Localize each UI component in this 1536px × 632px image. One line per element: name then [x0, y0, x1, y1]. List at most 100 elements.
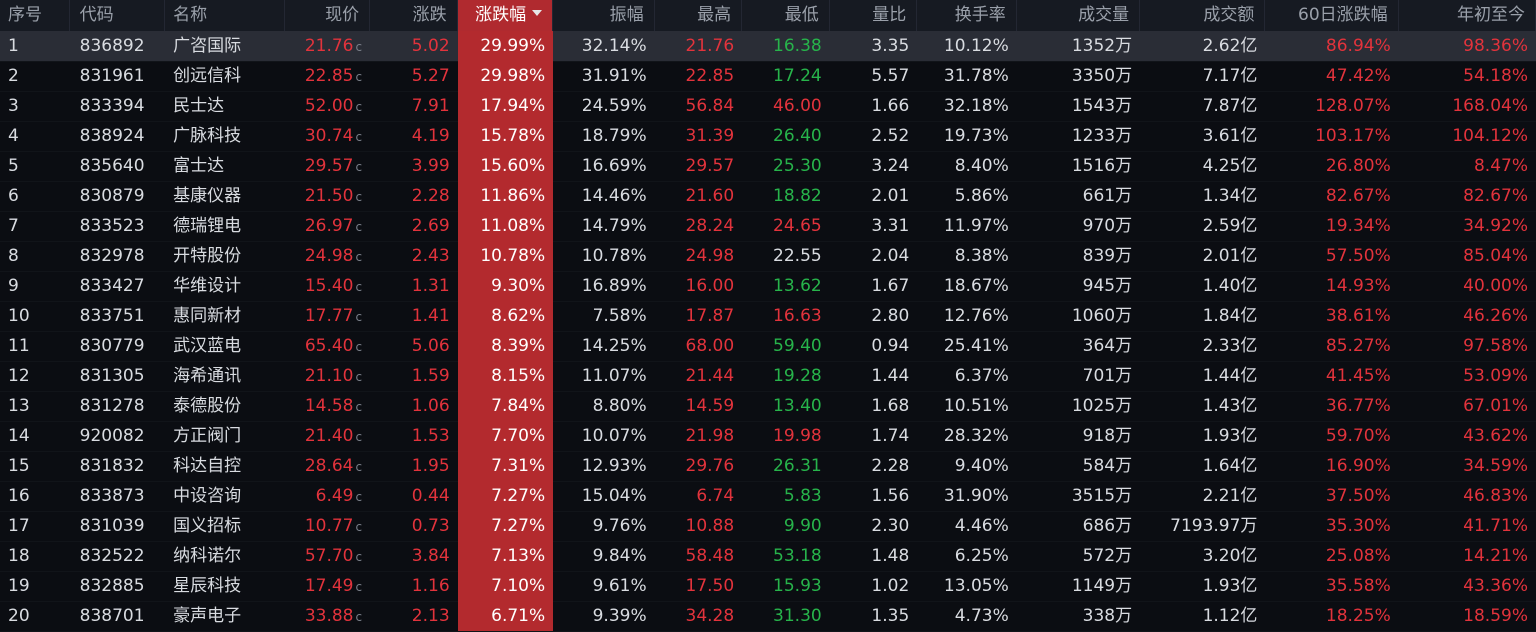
table-row[interactable]: 10 833751 惠同新材 17.77 c 1.41 8.62% 7.58% 17.87 16.… — [0, 301, 1536, 332]
table-row[interactable]: 9 833427 华维设计 15.40 c 1.31 9.30% 16.89% 16.00 13.… — [0, 271, 1536, 302]
table-row[interactable]: 3 833394 民士达 52.00 c 7.91 17.94% 24.59% 56.84 46.… — [0, 91, 1536, 122]
header-volume[interactable]: 成交量 — [1017, 0, 1141, 31]
change-percent: 7.27% — [457, 511, 554, 541]
price-value: 14.58 — [304, 396, 354, 416]
change-percent: 7.13% — [457, 541, 554, 571]
table-row[interactable]: 1 836892 广咨国际 21.76 c 5.02 29.99% 32.14% 21.76 16… — [0, 31, 1536, 62]
table-row[interactable]: 4 838924 广脉科技 30.74 c 4.19 15.78% 18.79% 31.39 26… — [0, 121, 1536, 152]
stock-name: 德瑞锂电 — [173, 216, 242, 236]
stock-code: 833394 — [79, 96, 145, 116]
change-percent: 11.86% — [457, 181, 554, 211]
price-change: 1.95 — [411, 456, 450, 476]
high-price: 31.39 — [685, 126, 735, 146]
volume: 1516万 — [1071, 156, 1133, 176]
current-price: 17.77 c — [285, 301, 371, 331]
table-row[interactable]: 14 920082 方正阀门 21.40 c 1.53 7.70% 10.07% 21.98 19… — [0, 421, 1536, 452]
change-percent: 7.27% — [457, 481, 554, 511]
high-price: 21.60 — [685, 186, 735, 206]
table-row[interactable]: 8 832978 开特股份 24.98 c 2.43 10.78% 10.78% 24.98 22… — [0, 241, 1536, 272]
amplitude: 14.79% — [581, 216, 647, 236]
current-price: 65.40 c — [285, 331, 371, 361]
change-60d: 86.94% — [1325, 36, 1391, 56]
amount: 2.33亿 — [1202, 336, 1258, 356]
table-row[interactable]: 17 831039 国义招标 10.77 c 0.73 7.27% 9.76% 10.88 9.9… — [0, 511, 1536, 542]
high-price: 22.85 — [685, 66, 735, 86]
turnover-rate: 31.78% — [943, 66, 1009, 86]
change-60d: 47.42% — [1325, 66, 1391, 86]
header-turnover[interactable]: 换手率 — [917, 0, 1017, 31]
table-row[interactable]: 18 832522 纳科诺尔 57.70 c 3.84 7.13% 9.84% 58.48 53.… — [0, 541, 1536, 572]
table-row[interactable]: 11 830779 武汉蓝电 65.40 c 5.06 8.39% 14.25% 68.00 59… — [0, 331, 1536, 362]
header-amount[interactable]: 成交额 — [1140, 0, 1266, 31]
header-high[interactable]: 最高 — [655, 0, 743, 31]
change-ytd: 98.36% — [1463, 36, 1528, 56]
change-ytd: 43.62% — [1463, 426, 1528, 446]
current-price: 30.74 c — [285, 121, 371, 151]
price-flag: c — [355, 160, 363, 174]
current-price: 17.49 c — [285, 571, 371, 601]
turnover-rate: 12.76% — [943, 306, 1009, 326]
header-low[interactable]: 最低 — [742, 0, 830, 31]
amplitude: 10.07% — [581, 426, 647, 446]
header-code[interactable]: 代码 — [70, 0, 166, 31]
row-index: 12 — [8, 366, 30, 386]
price-change: 1.59 — [411, 366, 450, 386]
amount: 2.01亿 — [1202, 246, 1258, 266]
table-row[interactable]: 6 830879 基康仪器 21.50 c 2.28 11.86% 14.46% 21.60 18… — [0, 181, 1536, 212]
change-60d: 35.30% — [1325, 516, 1391, 536]
header-ytd[interactable]: 年初至今 — [1399, 0, 1536, 31]
current-price: 28.64 c — [285, 451, 371, 481]
price-value: 57.70 — [304, 546, 354, 566]
row-index: 5 — [8, 156, 19, 176]
amount: 2.59亿 — [1202, 216, 1258, 236]
row-index: 4 — [8, 126, 19, 146]
change-ytd: 40.00% — [1463, 276, 1528, 296]
amplitude: 7.58% — [592, 306, 647, 326]
header-index[interactable]: 序号 — [0, 0, 70, 31]
stock-name: 泰德股份 — [173, 396, 242, 416]
current-price: 26.97 c — [285, 211, 371, 241]
header-name[interactable]: 名称 — [165, 0, 285, 31]
row-index: 3 — [8, 96, 19, 116]
header-change[interactable]: 涨跌 — [370, 0, 458, 31]
table-row[interactable]: 16 833873 中设咨询 6.49 c 0.44 7.27% 15.04% 6.74 5.83… — [0, 481, 1536, 512]
change-percent: 8.62% — [457, 301, 554, 331]
table-row[interactable]: 13 831278 泰德股份 14.58 c 1.06 7.84% 8.80% 14.59 13.… — [0, 391, 1536, 422]
price-change: 1.53 — [411, 426, 450, 446]
table-row[interactable]: 20 838701 豪声电子 33.88 c 2.13 6.71% 9.39% 34.28 31.… — [0, 601, 1536, 632]
table-row[interactable]: 19 832885 星辰科技 17.49 c 1.16 7.10% 9.61% 17.50 15.… — [0, 571, 1536, 602]
header-volume-ratio[interactable]: 量比 — [830, 0, 918, 31]
table-row[interactable]: 7 833523 德瑞锂电 26.97 c 2.69 11.08% 14.79% 28.24 24… — [0, 211, 1536, 242]
change-ytd: 85.04% — [1463, 246, 1528, 266]
price-value: 29.57 — [304, 156, 354, 176]
header-change-pct[interactable]: 涨跌幅 — [457, 0, 554, 31]
header-price[interactable]: 现价 — [285, 0, 371, 31]
sort-desc-icon[interactable] — [532, 10, 543, 16]
amplitude: 24.59% — [581, 96, 647, 116]
change-ytd: 53.09% — [1463, 366, 1528, 386]
table-row[interactable]: 5 835640 富士达 29.57 c 3.99 15.60% 16.69% 29.57 25.… — [0, 151, 1536, 182]
row-index: 1 — [8, 36, 19, 56]
change-60d: 16.90% — [1325, 456, 1391, 476]
table-row[interactable]: 15 831832 科达自控 28.64 c 1.95 7.31% 12.93% 29.76 26… — [0, 451, 1536, 482]
volume-ratio: 5.57 — [871, 66, 910, 86]
stock-name: 惠同新材 — [173, 306, 242, 326]
stock-code: 831278 — [79, 396, 145, 416]
price-value: 15.40 — [304, 276, 354, 296]
amplitude: 11.07% — [581, 366, 647, 386]
row-index: 16 — [8, 486, 30, 506]
price-change: 3.99 — [411, 156, 450, 176]
volume: 1149万 — [1071, 576, 1133, 596]
volume: 945万 — [1082, 276, 1133, 296]
amplitude: 8.80% — [592, 396, 647, 416]
low-price: 17.24 — [773, 66, 822, 86]
turnover-rate: 25.41% — [943, 336, 1009, 356]
table-row[interactable]: 2 831961 创远信科 22.85 c 5.27 29.98% 31.91% 22.85 17… — [0, 61, 1536, 92]
row-index: 11 — [8, 336, 30, 356]
current-price: 52.00 c — [285, 91, 371, 121]
table-row[interactable]: 12 831305 海希通讯 21.10 c 1.59 8.15% 11.07% 21.44 19… — [0, 361, 1536, 392]
turnover-rate: 5.86% — [954, 186, 1009, 206]
header-amplitude[interactable]: 振幅 — [553, 0, 655, 31]
volume-ratio: 3.24 — [871, 156, 910, 176]
header-60d-change[interactable]: 60日涨跌幅 — [1265, 0, 1399, 31]
